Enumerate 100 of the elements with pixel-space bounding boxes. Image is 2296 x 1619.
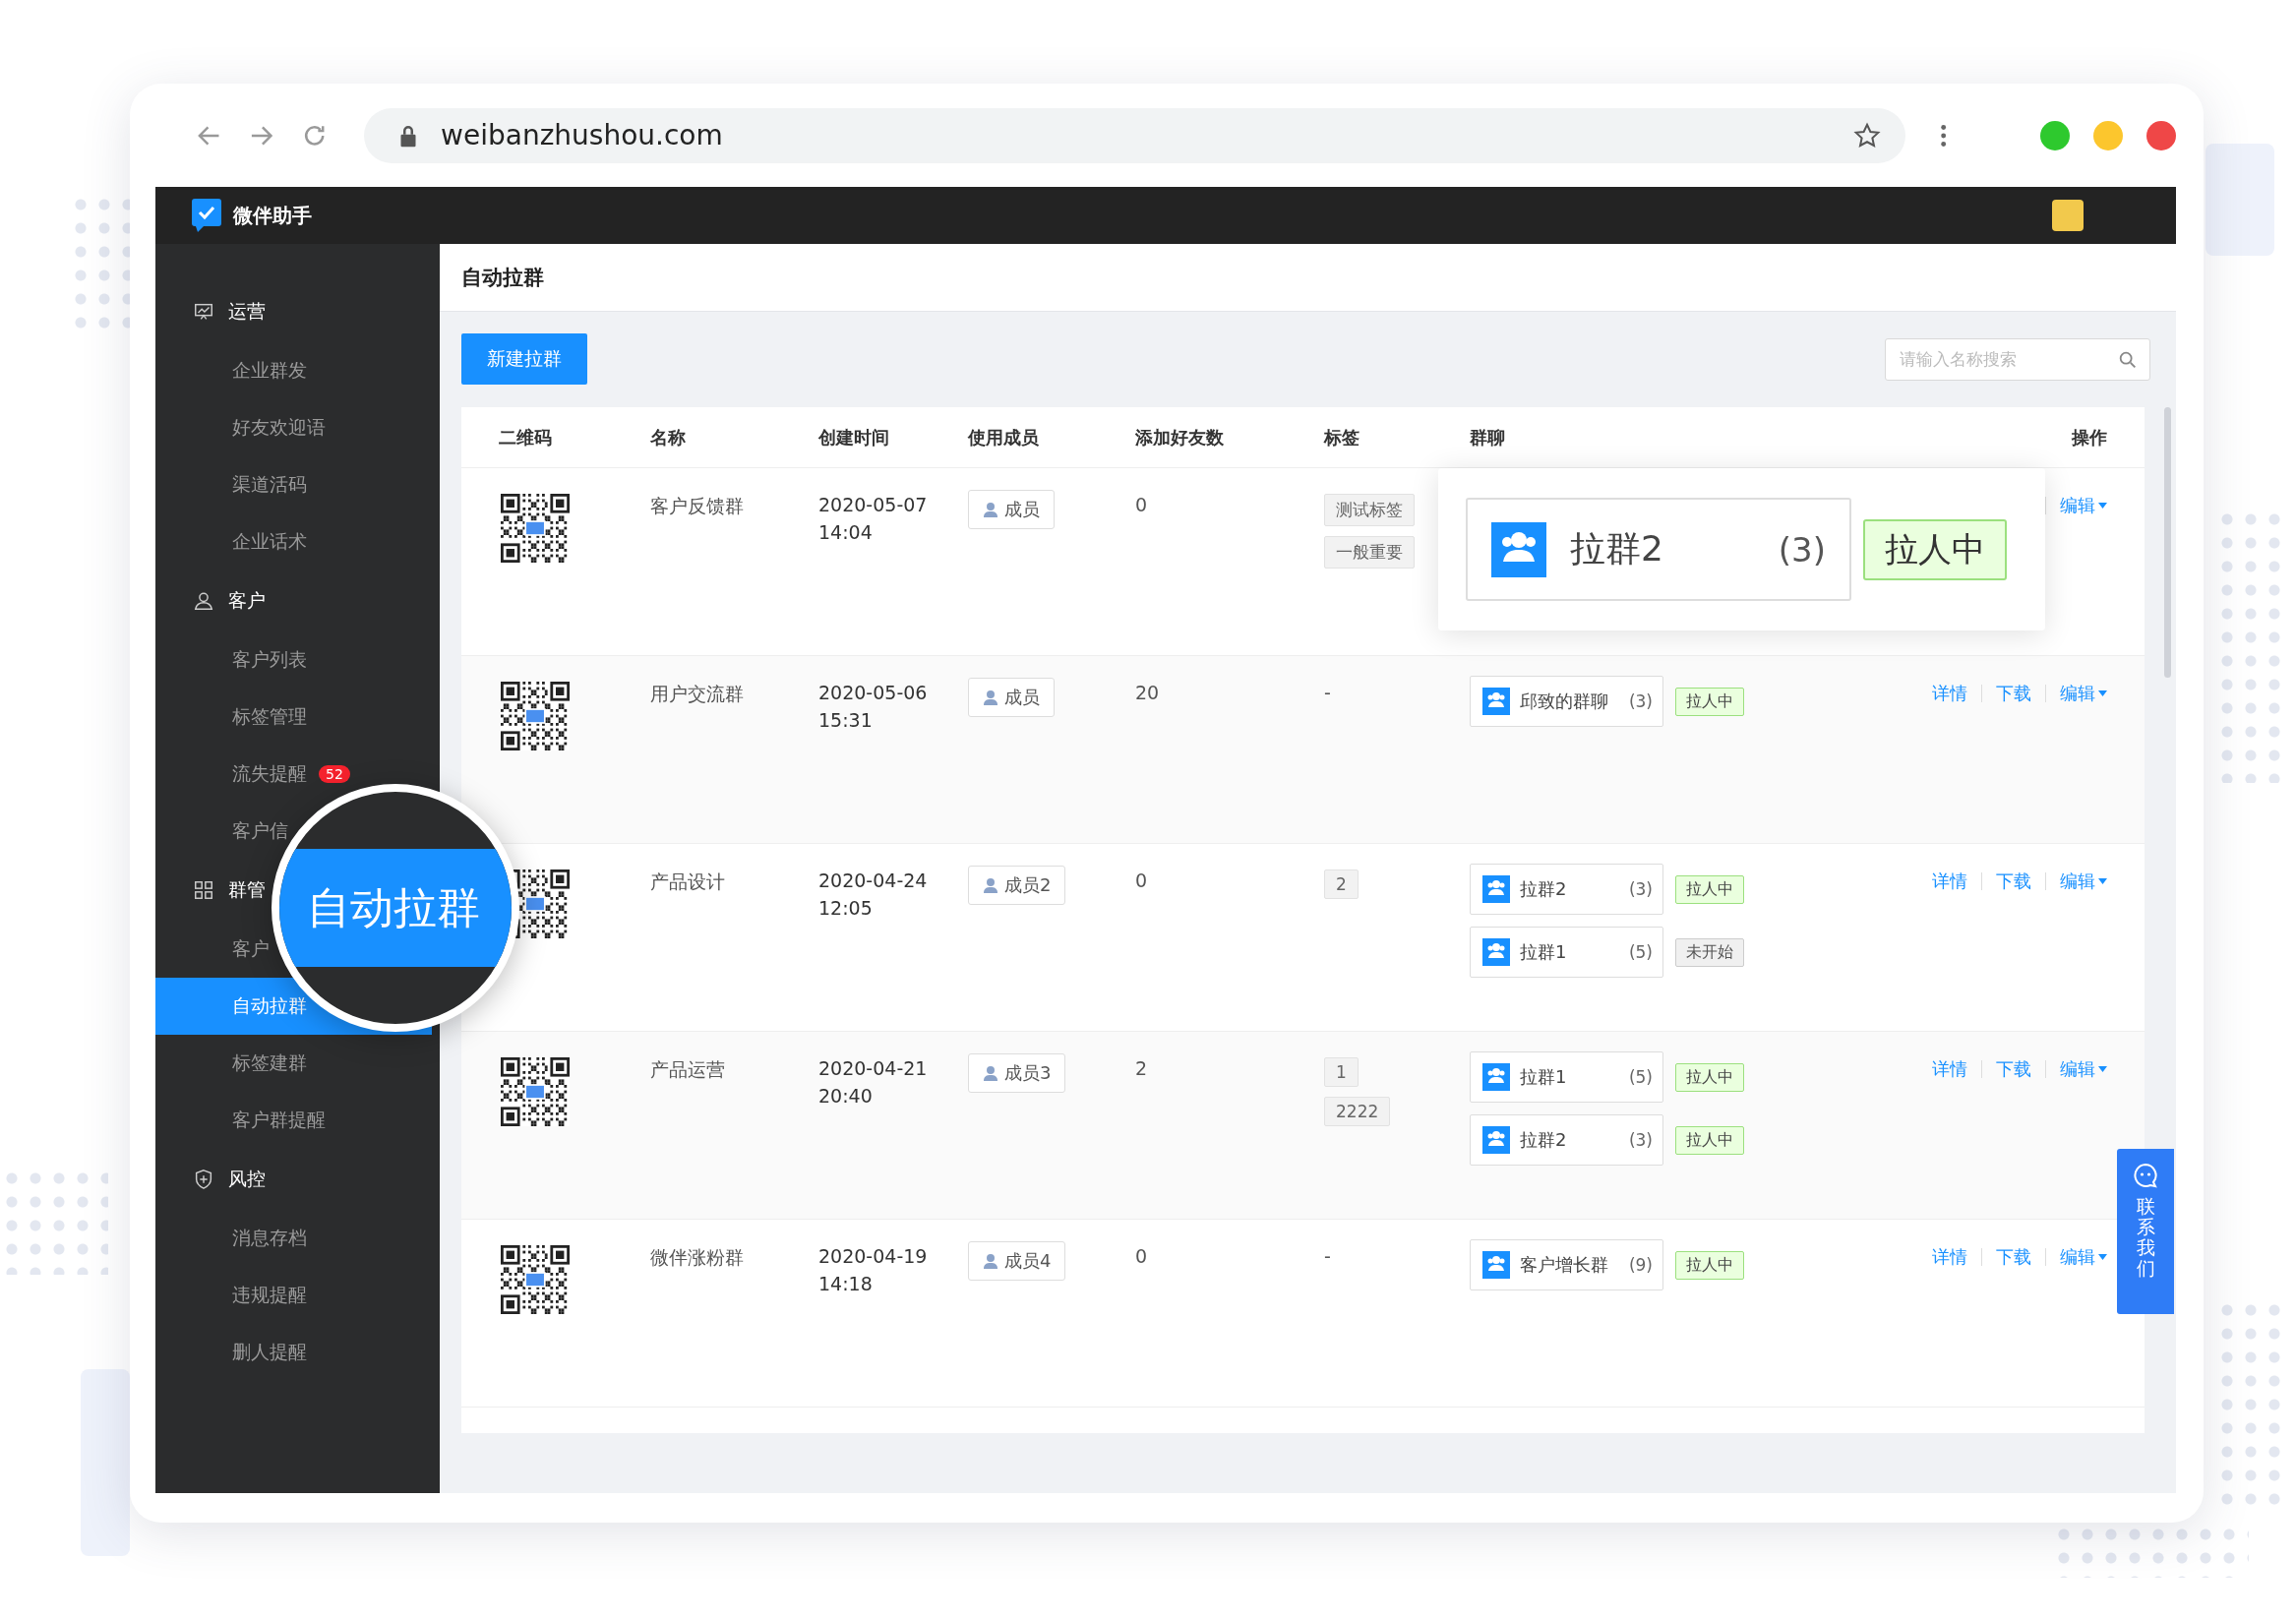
sidebar-item[interactable]: 企业话术: [232, 529, 307, 555]
action-link[interactable]: 编辑: [2060, 869, 2107, 893]
action-link[interactable]: 详情: [1932, 682, 1967, 705]
member-tag[interactable]: 成员: [968, 678, 1055, 717]
chat-bubble-icon: [2133, 1163, 2158, 1188]
group-icon: [1482, 688, 1510, 715]
action-link[interactable]: 下载: [1996, 682, 2031, 705]
column-header: 操作: [2071, 425, 2108, 450]
action-link[interactable]: 下载: [1996, 1057, 2031, 1081]
member-tag[interactable]: 成员: [968, 490, 1055, 529]
sidebar-item[interactable]: 删人提醒: [232, 1340, 307, 1365]
group-name: 客户增长群: [1520, 1253, 1609, 1277]
window-control[interactable]: [2040, 120, 2071, 150]
sidebar-item[interactable]: 标签建群: [232, 1050, 307, 1076]
status-tag: 拉人中: [1675, 1250, 1744, 1280]
table-cell-text: 0: [1135, 869, 1149, 891]
group-chat-chip[interactable]: 邱致的群聊 (3): [1470, 676, 1663, 727]
caret-icon: [2098, 690, 2107, 696]
group-name: 拉群2: [1570, 527, 1664, 570]
action-link[interactable]: 详情: [1932, 869, 1967, 893]
action-link[interactable]: 下载: [1996, 869, 2031, 893]
sidebar-item[interactable]: 好友欢迎语: [232, 415, 326, 441]
member-count: (9): [1628, 1255, 1653, 1275]
contact-us-button[interactable]: 联系我们: [2117, 1149, 2174, 1314]
table-cell: -: [1324, 682, 1331, 703]
action-link[interactable]: 下载: [1996, 1245, 2031, 1269]
person-icon: [983, 502, 998, 517]
status-tag: 拉人中: [1863, 518, 2007, 580]
status-tag: 拉人中: [1675, 687, 1744, 716]
sidebar-item[interactable]: 渠道活码: [232, 472, 307, 498]
new-group-button[interactable]: 新建拉群: [461, 333, 587, 385]
member-tag[interactable]: 成员3: [968, 1053, 1066, 1093]
page-title: 自动拉群: [460, 265, 544, 291]
group-icon: [1482, 875, 1510, 903]
time-text: 14:18: [818, 1273, 874, 1294]
column-header: 添加好友数: [1135, 425, 1225, 450]
group-icon: [1482, 1251, 1510, 1279]
tag: 测试标签: [1324, 494, 1415, 526]
time-text: 12:05: [818, 897, 874, 919]
member-count: (3): [1628, 691, 1653, 711]
table-cell-text: 用户交流群: [650, 682, 745, 706]
sidebar-section-label[interactable]: 群管: [228, 877, 266, 903]
group-chat-chip[interactable]: 拉群2 (3): [1466, 498, 1851, 601]
sidebar-section-label[interactable]: 运营: [228, 299, 266, 325]
member-count: (3): [1628, 879, 1653, 899]
window-control[interactable]: [2146, 120, 2177, 150]
group-name: 拉群2: [1520, 1128, 1568, 1152]
tag: 2222: [1324, 1097, 1391, 1126]
table-cell-text: 微伴涨粉群: [650, 1245, 745, 1270]
action-link[interactable]: 编辑: [2060, 682, 2107, 705]
sidebar-item[interactable]: 标签管理: [232, 704, 307, 730]
action-link[interactable]: 详情: [1932, 1245, 1967, 1269]
status-tag: 拉人中: [1675, 874, 1744, 904]
member-tag[interactable]: 成员4: [968, 1241, 1066, 1281]
table-cell-text: 客户反馈群: [650, 494, 745, 518]
group-name: 拉群1: [1520, 940, 1568, 964]
sidebar-item[interactable]: 违规提醒: [232, 1283, 307, 1308]
grid-icon: [193, 879, 214, 901]
group-chat-chip[interactable]: 拉群1 (5): [1470, 1051, 1663, 1103]
qr-code: [501, 1057, 570, 1126]
sidebar-item[interactable]: 流失提醒: [232, 761, 307, 787]
person-icon: [983, 1253, 998, 1269]
address-bar[interactable]: weibanzhushou.com: [364, 107, 1905, 163]
group-icon: [1482, 1063, 1510, 1091]
table-cell-text: 20: [1135, 682, 1161, 703]
window-control[interactable]: [2093, 120, 2124, 150]
caret-icon: [2098, 1254, 2107, 1260]
action-link[interactable]: 编辑: [2060, 1057, 2107, 1081]
group-chat-chip[interactable]: 拉群2 (3): [1470, 1114, 1663, 1166]
presentation-icon: [193, 301, 214, 323]
search-field[interactable]: 请输入名称搜索: [1885, 337, 2150, 381]
sidebar-item[interactable]: 客户列表: [232, 647, 307, 673]
caret-icon: [2098, 878, 2107, 884]
sidebar-item[interactable]: 客户: [232, 936, 270, 962]
status-tag: 拉人中: [1675, 1062, 1744, 1092]
group-name: 拉群2: [1520, 877, 1568, 901]
member-tag[interactable]: 成员2: [968, 866, 1066, 905]
member-count: (3): [1628, 1130, 1653, 1150]
sidebar-item[interactable]: 企业群发: [232, 358, 307, 384]
user-icon: [193, 590, 214, 612]
action-link[interactable]: 详情: [1932, 1057, 1967, 1081]
sidebar-item[interactable]: 消息存档: [232, 1226, 307, 1251]
scrollbar[interactable]: [2164, 407, 2171, 678]
app-name: 微伴助手: [233, 202, 313, 229]
sidebar-item[interactable]: 客户群提醒: [232, 1108, 326, 1133]
sidebar-section-label[interactable]: 客户: [228, 588, 266, 614]
date-text: 2020-05-06: [818, 682, 929, 703]
group-chat-chip[interactable]: 拉群2 (3): [1470, 864, 1663, 915]
action-link[interactable]: 编辑: [2060, 1245, 2107, 1269]
sidebar-item[interactable]: 客户信: [232, 818, 288, 844]
person-icon: [983, 877, 998, 893]
person-icon: [983, 1065, 998, 1081]
qr-code: [501, 494, 570, 563]
group-name: 拉群1: [1520, 1065, 1568, 1089]
group-chat-chip[interactable]: 拉群1 (5): [1470, 927, 1663, 978]
sidebar-section-label[interactable]: 风控: [228, 1167, 266, 1192]
count-badge: 52: [319, 765, 350, 783]
action-link[interactable]: 编辑: [2060, 494, 2107, 517]
group-chat-chip[interactable]: 客户增长群 (9): [1470, 1239, 1663, 1290]
person-icon: [983, 690, 998, 705]
